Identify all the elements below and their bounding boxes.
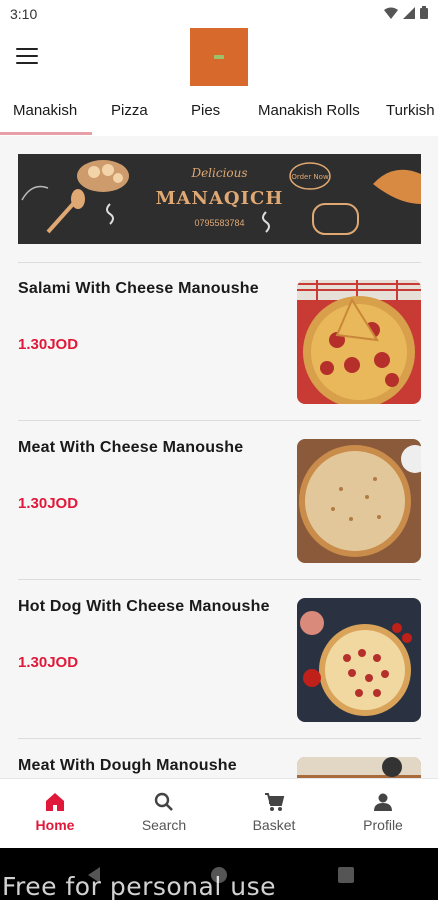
menu-item[interactable]: Meat With Dough Manoushe (0, 739, 438, 778)
nav-profile-label: Profile (363, 817, 403, 833)
tab-pizza[interactable]: Pizza (111, 102, 148, 119)
signal-icon (403, 6, 415, 19)
tab-pies[interactable]: Pies (191, 102, 220, 119)
item-price: 1.30JOD (18, 336, 79, 353)
menu-item[interactable]: Meat With Cheese Manoushe 1.30JOD (0, 421, 438, 579)
home-icon (46, 793, 64, 811)
banner-title: MANAQICH (155, 188, 284, 209)
item-name: Meat With Dough Manoushe (18, 757, 237, 774)
menu-item[interactable]: Hot Dog With Cheese Manoushe 1.30JOD (0, 580, 438, 738)
promo-banner[interactable]: Order Now Delicious MANAQICH 0795583784 (18, 154, 421, 244)
hamburger-icon[interactable] (16, 48, 38, 66)
main-content: Order Now Delicious MANAQICH 0795583784 … (0, 136, 438, 778)
item-name: Meat With Cheese Manoushe (18, 439, 244, 456)
logo-mark (214, 55, 224, 59)
category-tabs: Manakish Pizza Pies Manakish Rolls Turki… (0, 92, 438, 136)
system-nav-bar: Free for personal use (0, 848, 438, 900)
app-header (0, 28, 438, 92)
item-image (297, 757, 421, 778)
status-time: 3:10 (10, 6, 38, 22)
item-image (297, 439, 421, 563)
menu-item[interactable]: Salami With Cheese Manoushe 1.30JOD (0, 262, 438, 420)
bottom-nav: Home Search Basket Profile (0, 778, 438, 848)
wifi-icon (384, 7, 398, 19)
nav-basket-label: Basket (252, 817, 296, 833)
tab-manakish-rolls[interactable]: Manakish Rolls (258, 102, 360, 119)
status-icons (384, 6, 428, 19)
battery-icon (420, 6, 428, 19)
status-bar: 3:10 (0, 0, 438, 28)
tab-turkish[interactable]: Turkish (386, 102, 435, 119)
tab-manakish[interactable]: Manakish (13, 102, 77, 119)
app-logo (190, 28, 248, 86)
banner-phone: 0795583784 (194, 218, 245, 228)
nav-profile[interactable]: Profile (338, 791, 428, 833)
nav-home-label: Home (35, 817, 75, 833)
recents-icon[interactable] (338, 867, 354, 883)
search-icon (154, 792, 173, 811)
item-name: Hot Dog With Cheese Manoushe (18, 598, 270, 615)
item-price: 1.30JOD (18, 654, 79, 671)
nav-search[interactable]: Search (119, 791, 209, 833)
item-name: Salami With Cheese Manoushe (18, 280, 259, 297)
watermark-text: Free for personal use (2, 872, 276, 900)
nav-home[interactable]: Home (10, 791, 100, 833)
item-price: 1.30JOD (18, 495, 79, 512)
nav-basket[interactable]: Basket (229, 791, 319, 833)
banner-subtitle: Delicious (191, 166, 248, 180)
active-tab-indicator (0, 132, 92, 135)
item-image (297, 598, 421, 722)
person-icon (374, 793, 392, 811)
cart-icon (265, 793, 285, 811)
nav-search-label: Search (141, 817, 187, 833)
item-image (297, 280, 421, 404)
